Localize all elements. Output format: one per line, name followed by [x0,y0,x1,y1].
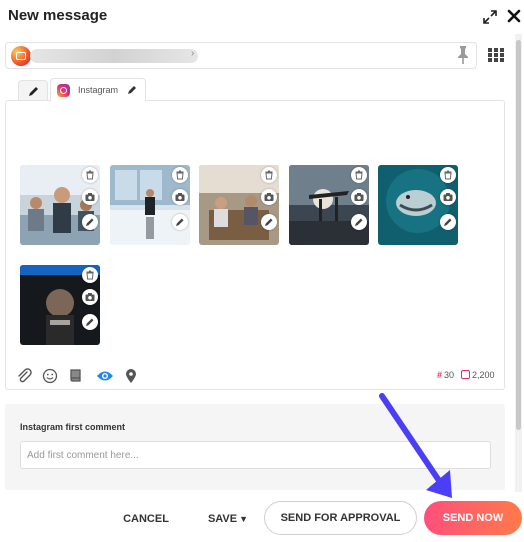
preview-icon[interactable] [96,368,113,384]
edit-media-button[interactable] [82,214,98,230]
book-icon[interactable] [68,368,84,384]
account-selector[interactable]: › [5,42,477,69]
delete-media-button[interactable] [82,167,98,183]
tab-instagram[interactable]: Instagram [50,78,146,102]
send-now-button[interactable]: SEND NOW [424,501,522,535]
delete-media-button[interactable] [172,167,188,183]
camera-icon[interactable] [351,189,367,205]
edit-media-button[interactable] [440,214,456,230]
tab-label: Instagram [78,85,119,95]
first-comment-label: Instagram first comment [20,422,126,432]
hashtag-counter: #30 [437,370,455,380]
attachment-icon[interactable] [16,368,32,384]
first-comment-input[interactable] [20,441,491,469]
instagram-icon [461,370,470,379]
camera-icon[interactable] [82,289,98,305]
save-button[interactable]: SAVE ▼ [198,503,258,535]
scrollbar-thumb[interactable] [516,40,521,430]
character-counter: 2,200 [461,370,495,380]
pencil-icon[interactable] [127,84,137,96]
avatar [11,46,31,66]
hashtag-count-value: 30 [444,370,455,380]
delete-media-button[interactable] [82,267,98,283]
character-count-value: 2,200 [472,370,495,380]
camera-icon[interactable] [440,189,456,205]
delete-media-button[interactable] [261,167,277,183]
send-for-approval-button[interactable]: SEND FOR APPROVAL [264,501,417,535]
save-label: SAVE [207,513,238,525]
camera-icon[interactable] [82,189,98,205]
pencil-icon [29,87,38,96]
media-thumbnail[interactable] [199,165,279,245]
location-icon[interactable] [124,368,140,384]
media-thumbnail[interactable] [110,165,190,245]
instagram-icon [57,84,70,97]
cancel-button[interactable]: CANCEL [114,503,178,535]
edit-media-button[interactable] [82,314,98,330]
dialog-title: New message [8,7,108,24]
first-comment-section: Instagram first comment [5,404,505,490]
media-thumbnail[interactable] [378,165,458,245]
media-thumbnail[interactable] [20,265,100,345]
camera-icon[interactable] [172,189,188,205]
chevron-icon: › [191,48,195,59]
delete-media-button[interactable] [440,167,456,183]
tab-edit-all[interactable] [18,80,48,102]
grid-icon[interactable] [488,48,504,62]
expand-icon[interactable] [483,10,497,24]
caret-down-icon: ▼ [239,514,249,524]
edit-media-button[interactable] [261,214,277,230]
header: New message [0,0,524,34]
account-name-redacted [30,49,198,63]
delete-media-button[interactable] [351,167,367,183]
camera-icon[interactable] [261,189,277,205]
close-icon[interactable] [506,8,522,24]
message-composer[interactable] [5,100,505,390]
emoji-icon[interactable] [42,368,58,384]
pin-icon[interactable] [455,45,471,65]
media-thumbnail[interactable] [20,165,100,245]
edit-media-button[interactable] [172,214,188,230]
media-thumbnail[interactable] [289,165,369,245]
edit-media-button[interactable] [351,214,367,230]
